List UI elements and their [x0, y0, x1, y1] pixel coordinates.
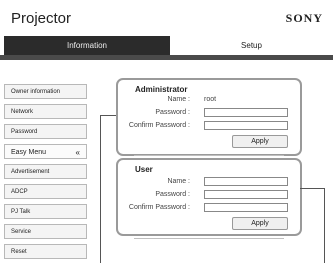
sidebar-item-advertisement[interactable]: Advertisement: [4, 164, 87, 179]
admin-confirm-password-field[interactable]: [204, 121, 288, 130]
user-name-label: Name :: [167, 178, 190, 185]
admin-confirm-password-label: Confirm Password :: [128, 122, 190, 129]
header: Projector SONY: [0, 0, 333, 34]
callout-line: [100, 115, 101, 263]
callout-line: [324, 188, 325, 263]
sidebar-item-label: Easy Menu: [11, 149, 47, 156]
sidebar-item-easy-menu[interactable]: Easy Menu «: [4, 144, 87, 159]
admin-name-value: root: [204, 96, 217, 103]
tab-setup[interactable]: Setup: [170, 36, 333, 55]
app-title: Projector: [11, 10, 72, 27]
sidebar-item-service[interactable]: Service: [4, 224, 87, 239]
user-password-field[interactable]: [204, 190, 288, 199]
user-title: User: [135, 165, 153, 174]
administrator-title: Administrator: [135, 85, 188, 94]
user-apply-button[interactable]: Apply: [232, 217, 288, 230]
tab-bar: Information Setup: [0, 36, 333, 55]
sidebar-item-adcp[interactable]: ADCP: [4, 184, 87, 199]
callout-line: [300, 188, 324, 189]
sidebar-item-network[interactable]: Network: [4, 104, 87, 119]
tab-strip: [0, 55, 333, 60]
user-panel: User Name : Password : Confirm Password …: [116, 158, 302, 236]
admin-password-field[interactable]: [204, 108, 288, 117]
chevron-collapse-icon: «: [75, 148, 80, 157]
user-confirm-password-label: Confirm Password :: [128, 204, 190, 211]
sidebar-item-owner-information[interactable]: Owner information: [4, 84, 87, 99]
divider: [134, 155, 284, 156]
user-name-field[interactable]: [204, 177, 288, 186]
brand-logo: SONY: [285, 11, 323, 25]
sidebar-item-reset[interactable]: Reset: [4, 244, 87, 259]
user-confirm-password-field[interactable]: [204, 203, 288, 212]
divider: [134, 238, 284, 239]
sidebar-item-pj-talk[interactable]: PJ Talk: [4, 204, 87, 219]
admin-name-label: Name :: [167, 96, 190, 103]
sidebar-item-password[interactable]: Password: [4, 124, 87, 139]
callout-line: [100, 115, 116, 116]
administrator-panel: Administrator Name : root Password : Con…: [116, 78, 302, 156]
sidebar: Owner information Network Password Easy …: [4, 84, 89, 264]
user-password-label: Password :: [155, 191, 190, 198]
admin-apply-button[interactable]: Apply: [232, 135, 288, 148]
tab-information[interactable]: Information: [4, 36, 170, 55]
